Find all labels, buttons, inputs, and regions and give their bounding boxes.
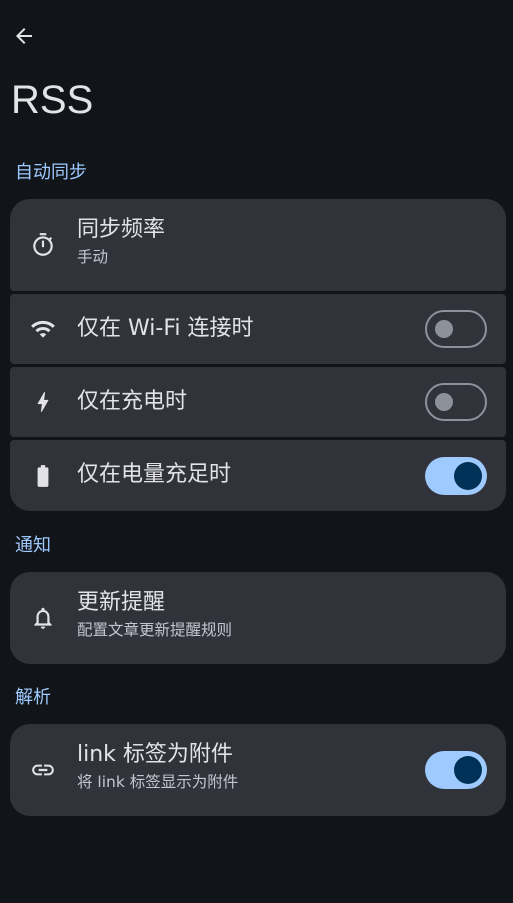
sync-frequency-item[interactable]: 同步频率 手动 xyxy=(10,199,506,291)
top-app-bar xyxy=(0,0,513,72)
link-icon xyxy=(30,757,56,783)
link-attachment-label: link 标签为附件 xyxy=(77,742,233,767)
battery-ok-switch[interactable] xyxy=(425,457,487,495)
section-header-notify: 通知 xyxy=(15,535,51,556)
battery-ok-texts: 仅在电量充足时 xyxy=(77,461,416,489)
sync-frequency-value: 手动 xyxy=(77,248,109,266)
battery-ok-label: 仅在电量充足时 xyxy=(77,462,232,487)
page-title: RSS xyxy=(11,78,94,122)
settings-page: RSS 自动同步 同步频率 手动 仅在 Wi-Fi 连接时 仅在充电时 仅在电量… xyxy=(0,0,513,903)
switch-knob xyxy=(435,393,453,411)
link-attachment-item[interactable]: link 标签为附件 将 link 标签显示为附件 xyxy=(10,724,506,816)
group-parse: link 标签为附件 将 link 标签显示为附件 xyxy=(10,724,506,819)
wifi-only-texts: 仅在 Wi-Fi 连接时 xyxy=(77,315,416,343)
link-attachment-switch[interactable] xyxy=(425,751,487,789)
section-header-sync: 自动同步 xyxy=(15,162,87,183)
wifi-only-switch[interactable] xyxy=(425,310,487,348)
arrow-back-icon xyxy=(16,28,32,44)
link-attachment-desc: 将 link 标签显示为附件 xyxy=(77,773,239,791)
link-attachment-texts: link 标签为附件 将 link 标签显示为附件 xyxy=(77,741,416,793)
switch-knob xyxy=(435,320,453,338)
switch-knob xyxy=(454,462,482,490)
group-notify: 更新提醒 配置文章更新提醒规则 xyxy=(10,572,506,667)
update-reminder-texts: 更新提醒 配置文章更新提醒规则 xyxy=(77,589,416,641)
wifi-only-item[interactable]: 仅在 Wi-Fi 连接时 xyxy=(10,294,506,364)
charging-only-texts: 仅在充电时 xyxy=(77,388,416,416)
timer-icon xyxy=(30,232,56,258)
battery-icon xyxy=(30,463,56,489)
switch-knob xyxy=(454,756,482,784)
charging-only-item[interactable]: 仅在充电时 xyxy=(10,367,506,437)
wifi-only-label: 仅在 Wi-Fi 连接时 xyxy=(77,316,254,341)
bell-icon xyxy=(30,605,56,631)
sync-frequency-texts: 同步频率 手动 xyxy=(77,216,416,268)
bolt-icon xyxy=(30,389,56,415)
charging-only-label: 仅在充电时 xyxy=(77,389,188,414)
charging-only-switch[interactable] xyxy=(425,383,487,421)
update-reminder-label: 更新提醒 xyxy=(77,590,166,615)
wifi-icon xyxy=(30,316,56,342)
section-header-parse: 解析 xyxy=(15,687,51,708)
back-button[interactable] xyxy=(6,18,42,54)
update-reminder-desc: 配置文章更新提醒规则 xyxy=(77,621,233,639)
battery-ok-item[interactable]: 仅在电量充足时 xyxy=(10,440,506,511)
update-reminder-item[interactable]: 更新提醒 配置文章更新提醒规则 xyxy=(10,572,506,664)
group-sync: 同步频率 手动 仅在 Wi-Fi 连接时 仅在充电时 仅在电量充足时 xyxy=(10,199,506,511)
sync-frequency-label: 同步频率 xyxy=(77,217,166,242)
